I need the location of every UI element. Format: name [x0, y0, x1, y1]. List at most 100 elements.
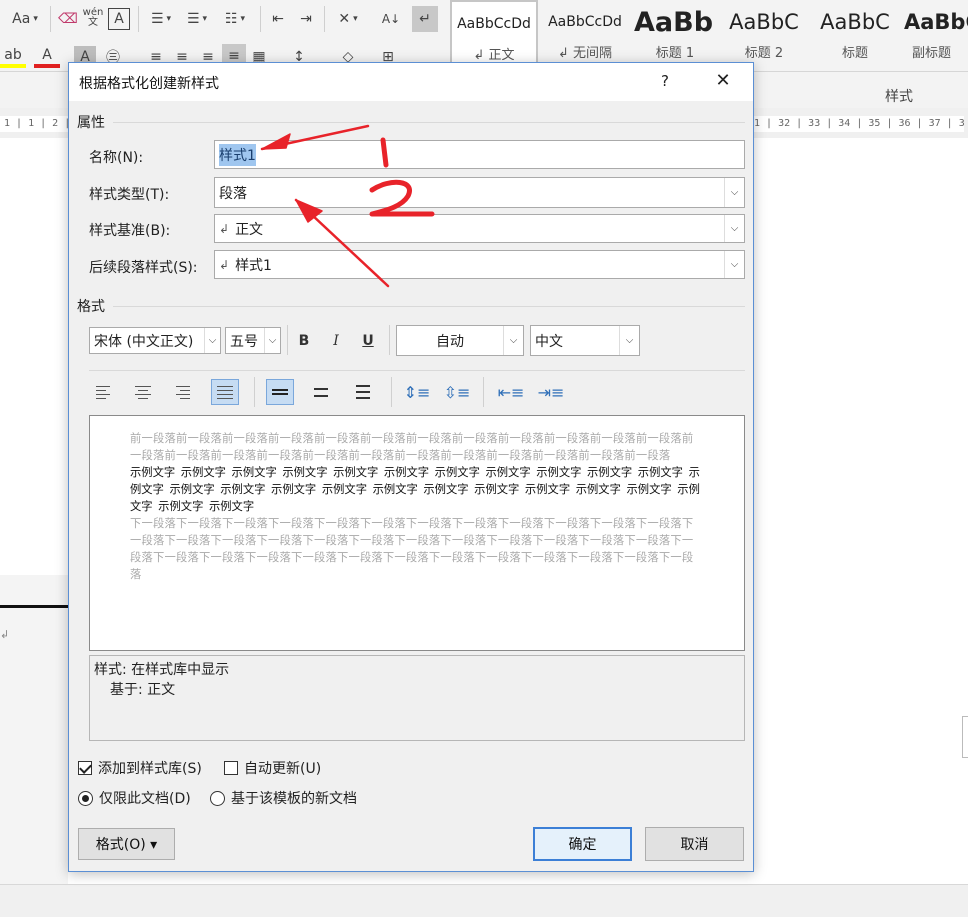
style-preview: AaBbC [820, 10, 890, 34]
style-caption: 标题 2 [744, 46, 784, 61]
increase-indent-icon[interactable]: ⇥ [294, 8, 318, 30]
style-preview: AaBbCcDd [457, 16, 531, 32]
align-left-button[interactable] [89, 379, 117, 405]
font-color-select[interactable]: 自动 ⌵ [396, 325, 524, 356]
chevron-down-icon: ⌵ [724, 178, 744, 207]
phonetic-guide-icon[interactable]: wén 文 [82, 6, 104, 30]
style-type-value: 段落 [219, 185, 247, 202]
chevron-down-icon: ⌵ [503, 326, 523, 355]
increase-spacing-icon[interactable]: ⇕≡ [403, 379, 431, 405]
paragraph-style-icon: ↲ [219, 221, 230, 236]
language-select[interactable]: 中文 ⌵ [530, 325, 640, 356]
justify-button[interactable] [211, 379, 239, 405]
style-caption: ↲ 无间隔 [557, 46, 613, 61]
single-spacing-button[interactable] [266, 379, 294, 405]
onehalf-spacing-button[interactable] [307, 379, 335, 405]
chevron-down-icon: ⌵ [204, 328, 220, 353]
next-style-label: 后续段落样式(S): [89, 260, 198, 276]
font-color-icon[interactable]: A [34, 46, 60, 68]
style-preview: AaBb [634, 6, 714, 38]
next-style-select[interactable]: ↲ 样式1 ⌵ [214, 250, 745, 279]
align-center-button[interactable] [129, 379, 157, 405]
styles-group-label: 样式 [885, 89, 913, 105]
show-marks-icon[interactable]: ↵ [412, 6, 438, 32]
section-divider [113, 306, 745, 307]
increase-indent-icon[interactable]: ⇥≡ [537, 379, 565, 405]
font-size-select[interactable]: 五号 ⌵ [225, 327, 281, 354]
style-type-select[interactable]: 段落 ⌵ [214, 177, 745, 208]
italic-button[interactable]: I [323, 327, 349, 354]
style-caption: 副标题 [912, 46, 952, 61]
radio-unselected-icon [210, 790, 225, 806]
toolbar-separator [254, 377, 255, 407]
auto-update-checkbox[interactable]: 自动更新(U) [224, 758, 321, 778]
preview-next-paragraph: 下一段落下一段落下一段落下一段落下一段落下一段落下一段落下一段落下一段落下一段落… [130, 517, 694, 581]
font-color-value: 自动 [436, 333, 464, 350]
style-description: 样式: 在样式库中显示 基于: 正文 [89, 655, 745, 741]
style-tile-title[interactable]: AaBbC 标题 [812, 0, 898, 68]
style-preview-pane: 前一段落前一段落前一段落前一段落前一段落前一段落前一段落前一段落前一段落前一段落… [89, 415, 745, 651]
style-preview: AaBbC [729, 10, 799, 34]
description-line: 样式: 在样式库中显示 [94, 662, 230, 678]
this-doc-only-radio[interactable]: 仅限此文档(D) [78, 788, 191, 808]
status-bar [0, 884, 968, 917]
align-right-button[interactable] [169, 379, 197, 405]
checkbox-checked-icon [78, 761, 92, 775]
style-tile-subtitle[interactable]: AaBbC 副标题 [904, 0, 968, 68]
style-tile-heading1[interactable]: AaBb 标题 1 [634, 0, 716, 68]
style-preview: AaBbCcDd [548, 14, 622, 30]
format-section-label: 格式 [77, 299, 105, 315]
ok-button[interactable]: 确定 [533, 827, 632, 861]
based-on-select[interactable]: ↲ 正文 ⌵ [214, 214, 745, 243]
bold-button[interactable]: B [291, 327, 317, 354]
ruler-right: 1 | 32 | 33 | 34 | 35 | 36 | 37 | 38 | 3… [754, 116, 964, 132]
auto-update-label: 自动更新(U) [244, 761, 322, 777]
style-caption: 标题 1 [655, 46, 695, 61]
close-button[interactable]: ✕ [711, 69, 735, 93]
chevron-down-icon: ⌵ [724, 251, 744, 278]
styles-gallery: AaBbCcDd ↲ 正文 AaBbCcDd ↲ 无间隔 AaBb 标题 1 A… [448, 0, 968, 68]
change-case-button[interactable]: Aa ▾ [8, 8, 42, 30]
cancel-button[interactable]: 取消 [645, 827, 744, 861]
document-margin [0, 575, 68, 885]
based-on-value: 正文 [235, 221, 264, 238]
ribbon-separator [260, 6, 261, 32]
bullets-icon[interactable]: ☰ ▾ [144, 8, 178, 30]
style-tile-normal[interactable]: AaBbCcDd ↲ 正文 [450, 0, 538, 68]
name-input[interactable]: 样式1 [214, 140, 745, 169]
name-value: 样式1 [219, 143, 256, 166]
double-spacing-button[interactable] [349, 379, 377, 405]
numbering-icon[interactable]: ☰ ▾ [180, 8, 214, 30]
highlight-icon[interactable]: ab [0, 46, 26, 68]
underline-button[interactable]: U [355, 327, 381, 354]
char-scaling-icon[interactable]: ✕ ▾ [330, 8, 366, 30]
format-menu-button[interactable]: 格式(O) ▾ [78, 828, 175, 860]
decrease-indent-icon[interactable]: ⇤ [266, 8, 290, 30]
clear-format-icon[interactable]: ⌫ [56, 8, 80, 30]
sort-icon[interactable]: A↓ [378, 8, 404, 30]
paragraph-style-icon: ↲ [219, 257, 230, 272]
dialog-titlebar[interactable]: 根据格式化创建新样式 ? ✕ [69, 63, 753, 101]
style-tile-no-spacing[interactable]: AaBbCcDd ↲ 无间隔 [542, 0, 628, 68]
properties-section-label: 属性 [77, 115, 105, 131]
section-divider [89, 370, 745, 371]
preview-sample-text: 示例文字 示例文字 示例文字 示例文字 示例文字 示例文字 示例文字 示例文字 … [130, 466, 700, 513]
change-case-label: Aa [12, 11, 31, 27]
dialog-title: 根据格式化创建新样式 [79, 76, 219, 92]
multilevel-list-icon[interactable]: ☷ ▾ [218, 8, 252, 30]
name-label: 名称(N): [89, 150, 144, 166]
scroll-handle[interactable] [962, 716, 968, 758]
toolbar-separator [287, 325, 288, 355]
font-select[interactable]: 宋体 (中文正文) ⌵ [89, 327, 221, 354]
decrease-indent-icon[interactable]: ⇤≡ [497, 379, 525, 405]
help-button[interactable]: ? [655, 71, 675, 91]
create-style-dialog: 根据格式化创建新样式 ? ✕ 属性 名称(N): 样式1 样式类型(T): 段落… [68, 62, 754, 872]
add-to-gallery-checkbox[interactable]: 添加到样式库(S) [78, 758, 202, 778]
chevron-down-icon: ⌵ [619, 326, 639, 355]
new-docs-template-radio[interactable]: 基于该模板的新文档 [210, 788, 357, 808]
style-tile-heading2[interactable]: AaBbC 标题 2 [722, 0, 806, 68]
char-border-icon[interactable]: A [108, 8, 130, 30]
chevron-down-icon: ⌵ [264, 328, 280, 353]
decrease-spacing-icon[interactable]: ⇳≡ [443, 379, 471, 405]
toolbar-separator [389, 325, 390, 355]
